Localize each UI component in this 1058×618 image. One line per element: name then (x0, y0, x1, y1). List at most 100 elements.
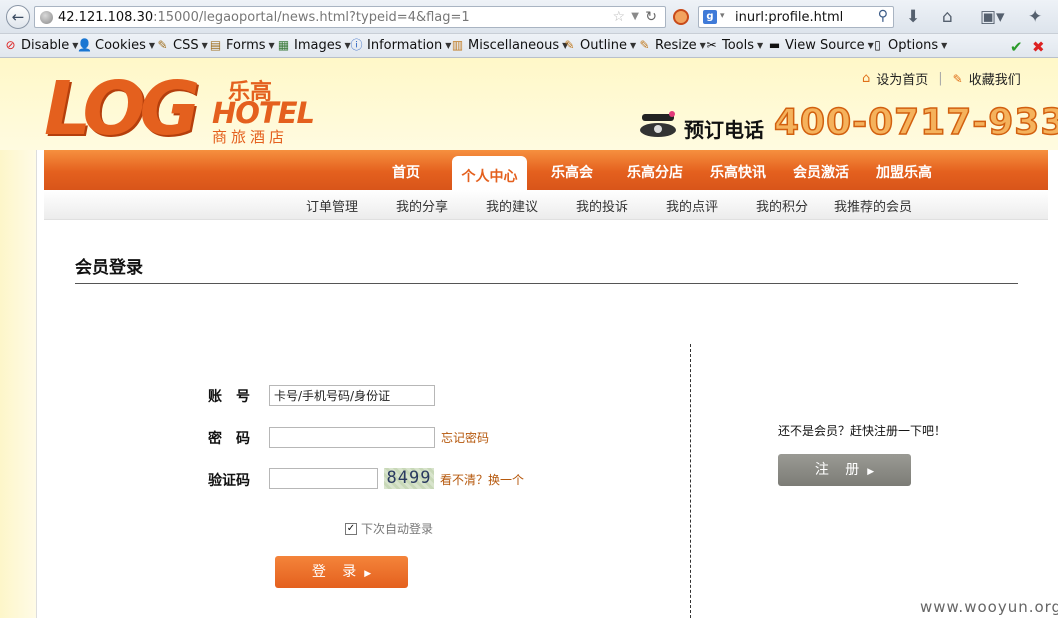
nav-item-franchise[interactable]: 加盟乐高 (876, 162, 932, 182)
url-path: :15000/legaoportal/news.html?typeid=4&fl… (153, 10, 470, 25)
devbar-label: Forms (226, 38, 266, 53)
devbar-label: Information (367, 38, 443, 53)
browser-toolbar: ← 42.121.108.30:15000/legaoportal/news.h… (0, 0, 1058, 34)
favorite-icon: ✎ (952, 71, 963, 86)
devbar-css[interactable]: ✎ CSS ▼ (155, 38, 208, 53)
play-icon: ▶ (867, 467, 875, 477)
devbar-label: Images (294, 38, 342, 53)
reload-icon[interactable]: ↻ (645, 9, 657, 25)
error-icon[interactable]: ✖ (1032, 38, 1045, 56)
devbar-label: Outline (580, 38, 628, 53)
devbar-images[interactable]: ▦ Images ▼ (276, 38, 351, 53)
download-icon[interactable]: ⬇ (906, 7, 920, 27)
register-button[interactable]: 注 册 ▶ (778, 454, 911, 486)
devbar-label: CSS (173, 38, 199, 53)
page-title: 会员登录 (75, 258, 143, 278)
url-text[interactable]: 42.121.108.30:15000/legaoportal/news.htm… (58, 10, 470, 25)
devbar-resize[interactable]: ✎ Resize ▼ (637, 38, 705, 53)
devbar-label: Options (888, 38, 939, 53)
caret-icon: ▼ (941, 41, 948, 50)
nav-item-activation[interactable]: 会员激活 (793, 162, 849, 182)
view-source-icon: ▬ (768, 38, 781, 52)
devbar-forms[interactable]: ▤ Forms ▼ (208, 38, 275, 53)
address-bar[interactable]: 42.121.108.30:15000/legaoportal/news.htm… (34, 6, 666, 28)
search-input[interactable]: inurl:profile.html (735, 10, 843, 25)
caret-icon: ▼ (757, 41, 764, 50)
clipboard-icon: ▤ (209, 38, 222, 52)
back-arrow-icon[interactable]: ← (6, 5, 30, 29)
nav-active-label: 个人中心 (461, 169, 518, 185)
login-button[interactable]: 登 录 ▶ (275, 556, 408, 588)
watermark: www.wooyun.org (920, 598, 1058, 616)
nav-item-news[interactable]: 乐高快讯 (710, 162, 766, 182)
devbar-cookies[interactable]: 👤 Cookies ▼ (77, 38, 155, 53)
chevron-down-icon[interactable]: ▾ (720, 11, 725, 21)
caret-icon: ▼ (201, 41, 208, 50)
captcha-label: 验证码 (208, 473, 250, 489)
subnav-item-complaints[interactable]: 我的投诉 (576, 196, 628, 215)
devbar-outline[interactable]: ✎ Outline ▼ (562, 38, 636, 53)
remember-checkbox[interactable]: ✓ (345, 522, 357, 535)
captcha-refresh-link[interactable]: 看不清？换一个 (440, 471, 524, 488)
devbar-label: Resize (655, 38, 697, 53)
nav-item-branches[interactable]: 乐高分店 (627, 162, 683, 182)
search-engine-icon[interactable]: g (703, 10, 717, 24)
login-button-label: 登 录 (311, 564, 363, 580)
play-icon: ▶ (364, 569, 372, 579)
cookie-user-icon: 👤 (77, 38, 92, 52)
devbar-disable[interactable]: ⊘ Disable ▼ (3, 38, 78, 53)
subnav-item-suggestions[interactable]: 我的建议 (486, 196, 538, 215)
home-icon[interactable]: ⌂ (942, 7, 953, 27)
devbar-information[interactable]: ⓘ Information ▼ (349, 38, 451, 53)
pencil-icon: ✎ (157, 38, 168, 52)
logo-log-text: LOG (44, 66, 200, 152)
subnav-item-points[interactable]: 我的积分 (756, 196, 808, 215)
url-dropdown-icon[interactable]: ▼ (631, 11, 639, 22)
subnav-item-shares[interactable]: 我的分享 (396, 196, 448, 215)
register-prompt: 还不是会员？赶快注册一下吧！ (778, 424, 947, 438)
nav-item-lego-club[interactable]: 乐高会 (551, 162, 593, 182)
extension-icon[interactable]: ✦ (1028, 7, 1042, 27)
sub-nav: 订单管理 我的分享 我的建议 我的投诉 我的点评 我的积分 我推荐的会员 (44, 190, 1048, 220)
account-input[interactable] (269, 385, 435, 406)
search-bar[interactable]: g ▾ inurl:profile.html ⚲ (698, 6, 894, 28)
favorite-link[interactable]: 收藏我们 (969, 69, 1021, 88)
devbar-miscellaneous[interactable]: ▥ Miscellaneous ▼ (450, 38, 568, 53)
devbar-label: View Source (785, 38, 865, 53)
check-icon[interactable]: ✔ (1010, 38, 1023, 56)
globe-icon (40, 11, 53, 24)
main-content (36, 150, 1058, 618)
register-button-label: 注 册 (814, 462, 866, 478)
subnav-item-referrals[interactable]: 我推荐的会员 (834, 196, 912, 215)
phone-number: 400-0717-933 (773, 101, 1058, 144)
subnav-item-reviews[interactable]: 我的点评 (666, 196, 718, 215)
main-nav: 首页 乐高会 乐高分店 乐高快讯 会员激活 加盟乐高 (44, 150, 1048, 190)
nav-item-personal-center[interactable]: 个人中心 (452, 156, 527, 192)
subnav-item-orders[interactable]: 订单管理 (306, 196, 358, 215)
devbar-label: Cookies (95, 38, 146, 53)
captcha-image[interactable]: 8499 (384, 468, 434, 489)
devbar-label: Disable (21, 38, 70, 53)
options-icon: ▯ (874, 38, 881, 52)
resize-icon: ✎ (639, 38, 650, 52)
devbar-label: Miscellaneous (468, 38, 560, 53)
devbar-options[interactable]: ▯ Options ▼ (870, 38, 947, 53)
remember-label: 下次自动登录 (361, 522, 434, 536)
bookmarks-menu-icon[interactable]: ▣▾ (980, 7, 1005, 27)
nav-item-home[interactable]: 首页 (392, 162, 420, 182)
logo-cn-bottom: 商旅酒店 (212, 128, 289, 146)
bookmark-star-icon[interactable]: ☆ (612, 9, 625, 25)
password-input[interactable] (269, 427, 435, 448)
devbar-view-source[interactable]: ▬ View Source ▼ (767, 38, 874, 53)
captcha-input[interactable] (269, 468, 378, 489)
tools-icon: ✂ (706, 38, 717, 52)
noscript-icon[interactable] (673, 9, 689, 25)
caret-icon: ▼ (630, 41, 637, 50)
set-home-link[interactable]: 设为首页 (876, 69, 928, 88)
remember-me[interactable]: ✓ 下次自动登录 (345, 520, 433, 537)
separator: | (938, 71, 943, 86)
forgot-password-link[interactable]: 忘记密码 (441, 429, 489, 446)
search-icon[interactable]: ⚲ (878, 8, 888, 24)
devbar-tools[interactable]: ✂ Tools ▼ (704, 38, 763, 53)
vertical-divider (690, 344, 691, 618)
